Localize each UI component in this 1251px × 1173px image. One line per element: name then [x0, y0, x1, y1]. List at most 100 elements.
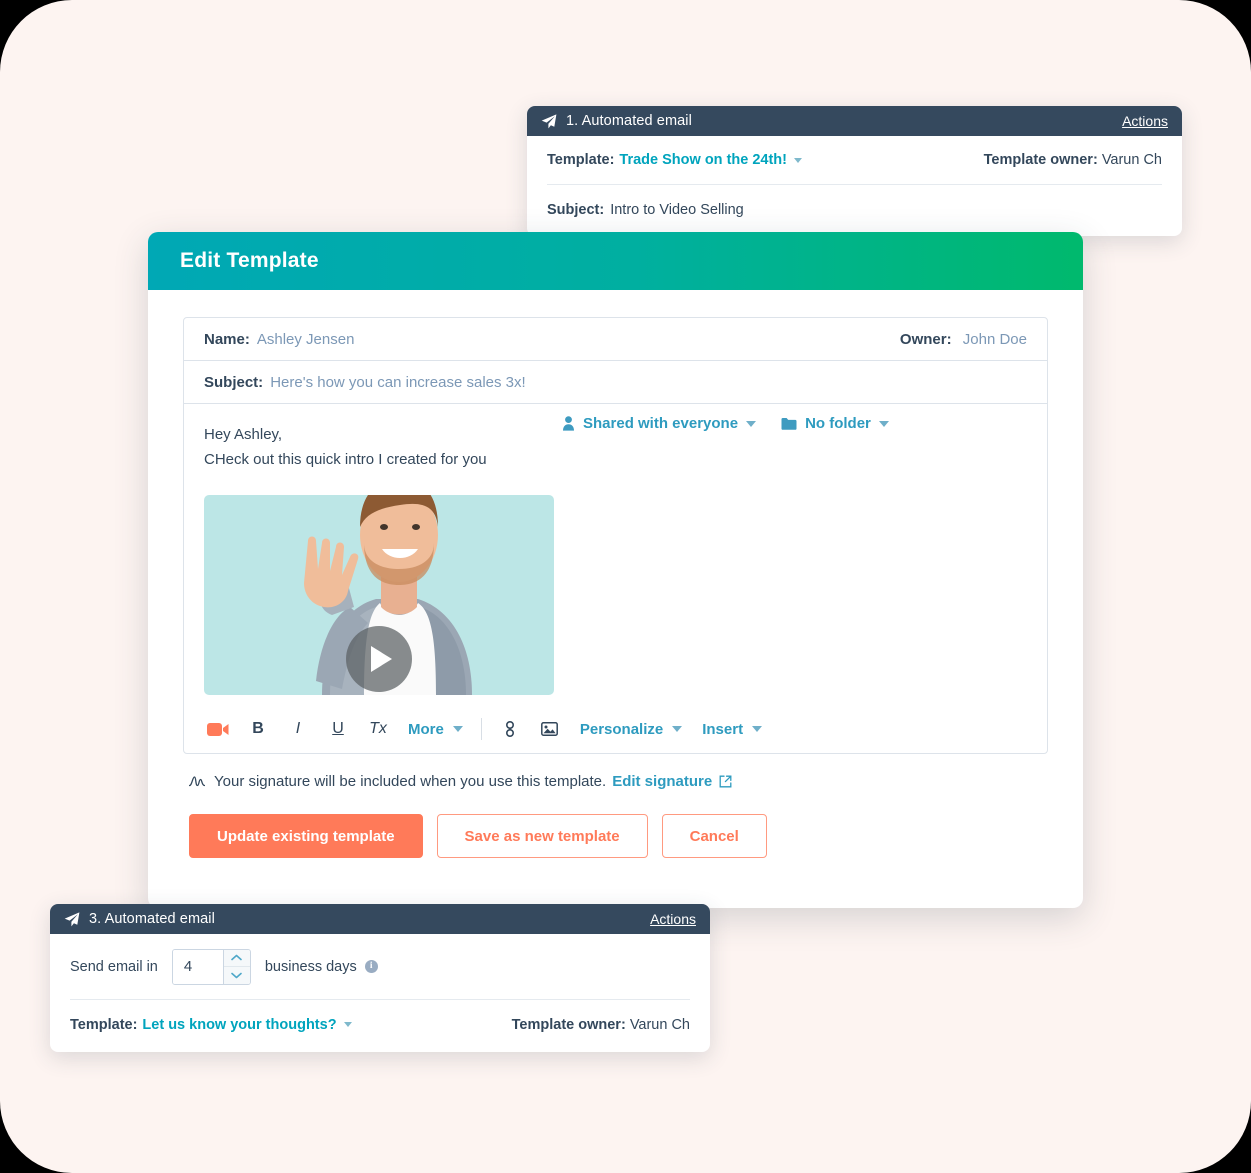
- folder-dropdown[interactable]: No folder: [781, 415, 889, 432]
- signature-text: Your signature will be included when you…: [214, 773, 607, 790]
- chevron-down-icon: [231, 972, 243, 979]
- template-owner-value: Varun Ch: [1101, 152, 1162, 168]
- external-link-icon: [719, 775, 732, 788]
- template-owner: Template owner: Varun Ch: [512, 1017, 690, 1033]
- card-body: Template: Trade Show on the 24th! Templa…: [527, 136, 1182, 234]
- actions-link[interactable]: Actions: [1122, 113, 1168, 129]
- owner-label: Owner:: [899, 330, 952, 348]
- template-owner: Template owner: Varun Ch: [984, 152, 1162, 168]
- delay-suffix-label: business days: [264, 958, 357, 975]
- modal-body: Name: Ashley Jensen Owner: John Doe Subj…: [148, 290, 1083, 858]
- update-existing-template-button[interactable]: Update existing template: [189, 814, 423, 858]
- signature-note: Your signature will be included when you…: [183, 754, 1048, 790]
- chevron-down-icon[interactable]: [452, 726, 463, 732]
- share-controls: Shared with everyone No folder: [562, 415, 889, 432]
- template-value-link[interactable]: Trade Show on the 24th!: [619, 152, 787, 168]
- insert-label: Insert: [702, 720, 744, 738]
- save-as-new-template-button[interactable]: Save as new template: [436, 814, 648, 858]
- email-editor[interactable]: Shared with everyone No folder Hey Ashle…: [184, 404, 1047, 753]
- personalize-dropdown[interactable]: Personalize: [576, 721, 686, 738]
- visibility-label: Shared with everyone: [583, 415, 739, 432]
- name-value[interactable]: Ashley Jensen: [257, 331, 355, 348]
- editor-toolbar: B I U Tx More Personalize Insert: [184, 705, 1047, 753]
- subject-row: Subject: Here's how you can increase sal…: [184, 361, 1047, 404]
- delay-row: Send email in 4 business days i: [70, 934, 690, 1000]
- folder-icon: [781, 417, 797, 430]
- paper-plane-icon: [541, 113, 557, 128]
- personalize-label: Personalize: [579, 720, 664, 738]
- subject-value: Intro to Video Selling: [610, 201, 744, 218]
- underline-button[interactable]: U: [324, 714, 352, 744]
- bold-label: B: [252, 720, 264, 737]
- chevron-down-icon[interactable]: [752, 726, 763, 732]
- link-button[interactable]: [496, 714, 524, 744]
- paper-plane-icon: [64, 911, 80, 926]
- visibility-dropdown[interactable]: Shared with everyone: [562, 415, 757, 432]
- template-owner-label: Template owner:: [983, 152, 1098, 168]
- info-icon[interactable]: i: [364, 960, 378, 973]
- card-header: 3. Automated email Actions: [50, 904, 710, 934]
- edit-template-modal: Edit Template Name: Ashley Jensen Owner:…: [148, 232, 1083, 908]
- app-canvas: 1. Automated email Actions Template: Tra…: [0, 0, 1251, 1173]
- folder-label: No folder: [805, 415, 871, 432]
- chevron-down-icon[interactable]: [794, 157, 802, 163]
- video-thumbnail[interactable]: [204, 494, 554, 695]
- chevron-up-icon: [231, 954, 243, 961]
- template-value-link[interactable]: Let us know your thoughts?: [142, 1017, 336, 1033]
- card-title: 1. Automated email: [566, 113, 692, 129]
- page-title: Edit Template: [180, 249, 319, 272]
- clear-formatting-button[interactable]: Tx: [364, 714, 392, 744]
- card-title: 3. Automated email: [89, 911, 215, 927]
- owner-value: John Doe: [962, 330, 1027, 348]
- clear-format-label: Tx: [369, 720, 387, 737]
- video-camera-icon: [207, 722, 229, 736]
- italic-label: I: [295, 720, 301, 737]
- actions-link[interactable]: Actions: [650, 911, 696, 927]
- play-icon: [371, 645, 392, 672]
- subject-value[interactable]: Here's how you can increase sales 3x!: [270, 374, 526, 391]
- template-owner-label: Template owner:: [511, 1016, 626, 1033]
- name-row: Name: Ashley Jensen Owner: John Doe: [184, 318, 1047, 361]
- more-label: More: [408, 720, 444, 738]
- italic-button[interactable]: I: [284, 714, 312, 744]
- underline-label: U: [332, 720, 344, 737]
- edit-signature-link[interactable]: Edit signature: [612, 773, 732, 790]
- image-button[interactable]: [536, 714, 564, 744]
- cancel-button[interactable]: Cancel: [661, 814, 767, 858]
- modal-header: Edit Template: [148, 232, 1083, 290]
- subject-row: Subject: Intro to Video Selling: [547, 185, 1162, 234]
- subject-label: Subject:: [547, 201, 605, 218]
- chevron-down-icon[interactable]: [878, 420, 889, 427]
- signature-icon: [189, 775, 205, 786]
- stepper-decrement-button[interactable]: [224, 967, 250, 984]
- chevron-down-icon[interactable]: [672, 726, 683, 732]
- automated-email-card-3: 3. Automated email Actions Send email in: [50, 904, 710, 1052]
- card-body: Send email in 4 business days i Template…: [50, 934, 710, 1049]
- chevron-down-icon[interactable]: [746, 420, 757, 427]
- delay-stepper[interactable]: [171, 948, 251, 985]
- template-owner-value: Varun Ch: [629, 1016, 690, 1033]
- bold-button[interactable]: B: [244, 714, 272, 744]
- template-label: Template:: [547, 152, 615, 168]
- name-label: Name:: [204, 330, 250, 348]
- template-row: Template: Let us know your thoughts? Tem…: [70, 1000, 690, 1049]
- template-form: Name: Ashley Jensen Owner: John Doe Subj…: [183, 317, 1048, 754]
- subject-label: Subject:: [204, 373, 264, 391]
- delay-input[interactable]: [172, 949, 223, 984]
- delay-prefix-label: Send email in: [70, 958, 158, 975]
- link-icon: [505, 721, 514, 737]
- card-header: 1. Automated email Actions: [527, 106, 1182, 136]
- edit-signature-label: Edit signature: [612, 773, 713, 790]
- chevron-down-icon[interactable]: [343, 1022, 352, 1027]
- stepper-buttons: [222, 949, 250, 984]
- play-button[interactable]: [346, 625, 412, 692]
- image-icon: [541, 722, 559, 736]
- template-label: Template:: [70, 1016, 138, 1033]
- more-dropdown[interactable]: More: [404, 721, 467, 738]
- person-icon: [563, 416, 574, 431]
- automated-email-card-1: 1. Automated email Actions Template: Tra…: [527, 106, 1182, 236]
- stepper-increment-button[interactable]: [223, 950, 250, 967]
- insert-dropdown[interactable]: Insert: [698, 721, 766, 738]
- modal-actions: Update existing template Save as new tem…: [183, 790, 1048, 858]
- video-camera-button[interactable]: [204, 714, 232, 744]
